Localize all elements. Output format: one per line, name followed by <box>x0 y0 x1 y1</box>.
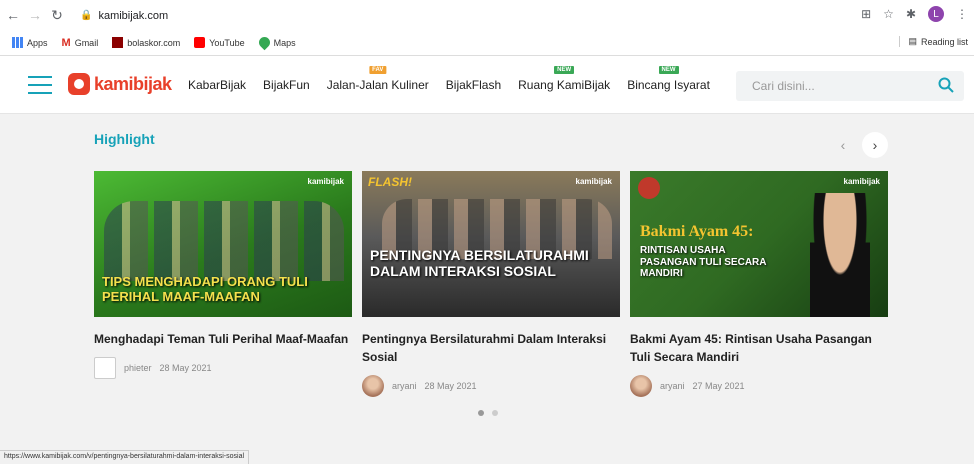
article-thumbnail[interactable]: FLASH! kamibijak PENTINGNYA BERSILATURAH… <box>362 171 620 317</box>
nav-item-ruang-kamibijak[interactable]: NEW Ruang KamiBijak <box>518 66 611 92</box>
bolaskor-icon <box>112 37 124 48</box>
thumbnail-heading: Bakmi Ayam 45: <box>640 223 754 240</box>
reload-icon[interactable]: ↻ <box>48 6 66 24</box>
pager-dot-active[interactable] <box>478 410 484 416</box>
bookmarks-bar: Apps M Gmail bolaskor.com YouTube Maps ▤… <box>0 30 974 56</box>
nav-label: BijakFun <box>263 78 310 92</box>
bookmark-label: YouTube <box>209 37 245 48</box>
logo-text: kamibijak <box>94 73 172 94</box>
main-nav: KabarBijak BijakFun FAV Jalan-Jalan Kulin… <box>188 66 727 92</box>
author-avatar <box>362 375 384 397</box>
article-date: 27 May 2021 <box>692 381 745 391</box>
article-title[interactable]: Menghadapi Teman Tuli Perihal Maaf-Maafa… <box>94 330 352 348</box>
nav-item-jalan-jalan-kuliner[interactable]: FAV Jalan-Jalan Kuliner <box>326 66 429 92</box>
nav-label: KabarBijak <box>188 78 247 92</box>
thumbnail-brand: kamibijak <box>307 177 344 186</box>
flash-tag: FLASH! <box>368 175 412 189</box>
article-meta: aryani 27 May 2021 <box>630 375 888 397</box>
browser-toolbar: ← → ↻ 🔒 kamibijak.com ⊞ ☆ ✱ L ⋮ <box>0 0 974 30</box>
article-title[interactable]: Bakmi Ayam 45: Rintisan Usaha Pasangan T… <box>630 330 888 366</box>
author-name[interactable]: phieter <box>124 363 152 373</box>
forward-arrow-icon[interactable]: → <box>26 6 44 24</box>
article-card[interactable]: kamibijak TIPS MENGHADAPI ORANG TULI PER… <box>94 171 352 379</box>
nav-item-bincang-isyarat[interactable]: NEW Bincang Isyarat <box>627 66 710 92</box>
bakmi-logo-icon <box>638 177 660 199</box>
thumbnail-caption: RINTISAN USAHA PASANGAN TULI SECARA MAND… <box>640 245 767 279</box>
highlight-section: Highlight ‹ › kamibijak TIPS MENGHADAPI … <box>0 114 974 450</box>
article-date: 28 May 2021 <box>424 381 477 391</box>
maps-icon <box>256 34 272 51</box>
author-name[interactable]: aryani <box>392 381 417 391</box>
bookmark-youtube[interactable]: YouTube <box>194 37 245 48</box>
profile-avatar[interactable]: L <box>928 6 944 22</box>
gmail-icon: M <box>61 37 71 49</box>
bookmark-label: Maps <box>273 37 296 48</box>
article-thumbnail[interactable]: kamibijak TIPS MENGHADAPI ORANG TULI PER… <box>94 171 352 317</box>
author-avatar <box>630 375 652 397</box>
nav-label: Bincang Isyarat <box>627 78 710 92</box>
apps-grid-icon <box>12 37 23 48</box>
hamburger-menu-icon[interactable] <box>28 76 52 94</box>
bookmark-maps[interactable]: Maps <box>256 34 296 51</box>
article-meta: phieter 28 May 2021 <box>94 357 352 379</box>
search-input[interactable]: Cari disini... <box>736 71 964 101</box>
thumbnail-people <box>104 201 344 281</box>
bookmark-label: bolaskor.com <box>127 37 181 48</box>
pager-dot[interactable] <box>492 410 498 416</box>
site-header: kamibijak KabarBijak BijakFun FAV Jalan-J… <box>0 56 974 114</box>
article-date: 28 May 2021 <box>159 363 212 373</box>
bookmark-apps[interactable]: Apps <box>12 37 48 48</box>
bookmark-star-icon[interactable]: ☆ <box>883 7 894 21</box>
address-bar-url: kamibijak.com <box>98 9 169 22</box>
search-placeholder: Cari disini... <box>752 79 815 93</box>
nav-label: Jalan-Jalan Kuliner <box>326 78 429 92</box>
new-badge: NEW <box>658 66 679 74</box>
section-title: Highlight <box>94 131 155 147</box>
address-bar[interactable]: 🔒 kamibijak.com <box>80 6 860 25</box>
nav-item-bijakflash[interactable]: BijakFlash <box>446 78 501 92</box>
back-arrow-icon[interactable]: ← <box>4 6 22 24</box>
lock-icon: 🔒 <box>80 10 93 21</box>
logo-mark-icon <box>68 73 90 95</box>
site-logo[interactable]: kamibijak <box>68 73 172 95</box>
youtube-icon <box>194 37 206 48</box>
translate-icon[interactable]: ⊞ <box>861 7 871 21</box>
nav-label: Ruang KamiBijak <box>518 78 611 92</box>
more-menu-icon[interactable]: ⋮ <box>956 7 968 21</box>
bookmark-bolaskor[interactable]: bolaskor.com <box>112 37 180 48</box>
reading-list-icon: ▤ <box>908 36 917 46</box>
article-thumbnail[interactable]: kamibijak Bakmi Ayam 45: RINTISAN USAHA … <box>630 171 888 317</box>
nav-label: BijakFlash <box>445 78 502 92</box>
carousel-next-button[interactable]: › <box>862 132 888 158</box>
reading-list[interactable]: ▤ Reading list <box>899 36 968 47</box>
bookmark-gmail[interactable]: M Gmail <box>61 37 99 49</box>
nav-item-bijakfun[interactable]: BijakFun <box>263 78 310 92</box>
carousel-pager <box>478 410 498 416</box>
thumbnail-person <box>810 193 870 317</box>
bookmark-label: Apps <box>27 37 48 48</box>
new-badge: NEW <box>554 66 575 74</box>
article-card[interactable]: kamibijak Bakmi Ayam 45: RINTISAN USAHA … <box>630 171 888 397</box>
extensions-puzzle-icon[interactable]: ✱ <box>906 7 916 21</box>
thumbnail-caption: PENTINGNYA BERSILATURAHMI DALAM INTERAKS… <box>370 247 589 280</box>
thumbnail-caption: TIPS MENGHADAPI ORANG TULI PERIHAL MAAF-… <box>102 274 308 304</box>
bookmark-label: Gmail <box>74 37 99 48</box>
article-title[interactable]: Pentingnya Bersilaturahmi Dalam Interaks… <box>362 330 620 366</box>
browser-actions: ⊞ ☆ ✱ L ⋮ <box>861 6 968 22</box>
article-card[interactable]: FLASH! kamibijak PENTINGNYA BERSILATURAH… <box>362 171 620 397</box>
thumbnail-brand: kamibijak <box>575 177 612 186</box>
author-avatar <box>94 357 116 379</box>
fav-badge: FAV <box>369 66 387 74</box>
carousel-prev-button[interactable]: ‹ <box>830 132 856 158</box>
thumbnail-brand: kamibijak <box>843 177 880 186</box>
status-bar-url: https://www.kamibijak.com/v/pentingnya-b… <box>0 450 250 464</box>
article-meta: aryani 28 May 2021 <box>362 375 620 397</box>
reading-list-label: Reading list <box>920 36 968 47</box>
author-name[interactable]: aryani <box>660 381 685 391</box>
search-icon[interactable] <box>938 77 954 93</box>
nav-item-kabarbijak[interactable]: KabarBijak <box>188 78 246 92</box>
